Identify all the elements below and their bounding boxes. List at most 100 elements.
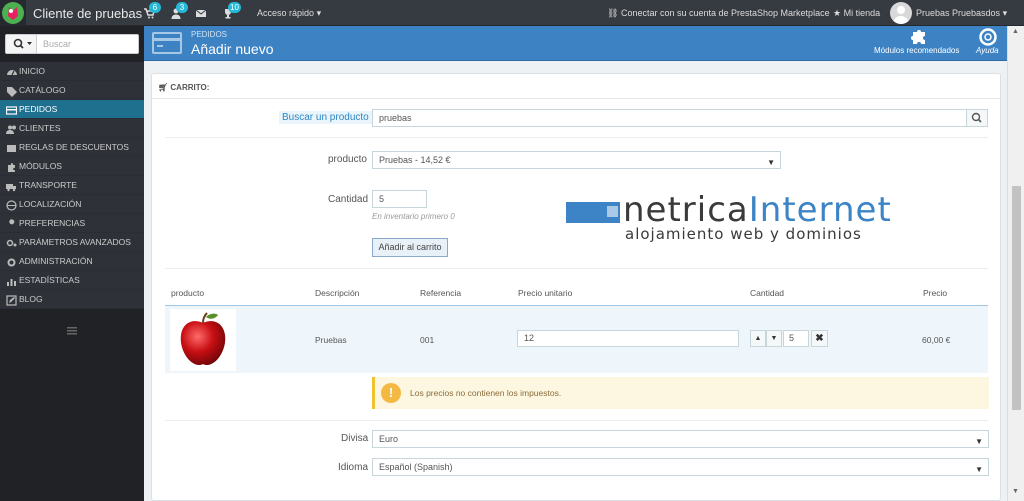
truck-icon [6,184,16,192]
sidebar-item-label: Clientes [19,123,61,133]
search-type-button[interactable] [6,35,37,53]
row-price: 60,00 € [922,335,951,345]
increase-quantity-button[interactable]: ▲ [750,330,766,347]
sidebar-item-label: Módulos [19,161,62,171]
vertical-scrollbar[interactable]: ▲ ▼ [1007,26,1024,501]
watermark-word2: Internet [748,190,892,230]
customers-notification-icon[interactable]: 3 [170,2,188,19]
sidebar-item-label: Estadísticas [19,275,80,285]
customers-badge: 3 [176,2,188,13]
sidebar-item-label: Catálogo [19,85,66,95]
tax-warning-alert: ! Los precios no contienen los impuestos… [372,377,989,409]
sidebar-item-preferencias[interactable]: Preferencias [0,214,144,233]
product-select[interactable]: Pruebas - 14,52 € ▼ [372,151,781,169]
warning-icon: ! [381,383,401,403]
my-store-link[interactable]: ★ Mi tienda [833,8,880,19]
sidebar-item-label: Reglas de descuentos [19,142,129,152]
sidebar-item-catalogo[interactable]: Catálogo [0,81,144,100]
sidebar-item-clientes[interactable]: Clientes [0,119,144,138]
orders-notification-icon[interactable]: 6 [143,2,161,19]
cart-panel-heading: 🛒︎ Carrito: [158,83,209,92]
page-header: Pedidos Añadir nuevo Módulos recomendado… [144,26,1007,61]
menu-collapse-icon[interactable] [67,326,77,335]
edit-icon [6,295,17,306]
row-description: Pruebas [315,335,347,345]
sidebar-item-blog[interactable]: Blog [0,290,144,309]
messages-envelope-icon[interactable] [195,7,209,19]
search-button[interactable] [966,109,988,127]
language-select[interactable]: Español (Spanish) ▼ [372,458,989,476]
trophy-badge: 10 [228,2,241,13]
add-to-cart-button[interactable]: Añadir al carrito [372,238,448,257]
language-value: Español (Spanish) [379,462,453,472]
watermark-wordmark: netricaInternet [623,190,892,230]
dashboard-icon [7,70,17,76]
page-title: Añadir nuevo [191,41,274,57]
product-search-input[interactable]: pruebas [372,109,967,127]
quantity-label: Cantidad [328,194,369,205]
marketplace-connect-link[interactable]: ⛓ Conectar con su cuenta de PrestaShop M… [607,8,830,19]
breadcrumb[interactable]: Pedidos [191,30,227,39]
sidebar-item-localizacion[interactable]: Localización [0,195,144,214]
caret-down-icon: ▾ [1002,8,1008,18]
scrollbar-thumb[interactable] [1012,186,1021,410]
sidebar-item-inicio[interactable]: Inicio [0,62,144,81]
trophy-notification-icon[interactable]: 10 [222,2,241,19]
user-menu[interactable]: Pruebas Pruebasdos ▾ [916,8,1007,19]
my-store-label: Mi tienda [843,8,881,18]
row-quantity-input[interactable]: 5 [783,330,809,347]
currency-select[interactable]: Euro ▼ [372,430,989,448]
sidebar-item-estadisticas[interactable]: Estadísticas [0,271,144,290]
dropdown-arrow-icon: ▼ [975,437,983,446]
search-input[interactable]: Buscar [43,39,71,49]
sidebar: Buscar Inicio Catálogo Pedidos Clientes Regl… [0,26,144,501]
lifebuoy-icon [979,28,997,46]
help-label: Ayuda [976,46,999,55]
search-product-label: Buscar un producto [279,111,372,124]
stock-hint: En inventario primero 0 [372,212,455,221]
sidebar-item-administracion[interactable]: Administración [0,252,144,271]
divider [165,137,988,138]
unit-price-input[interactable]: 12 [517,330,739,347]
cart-panel: 🛒︎ Carrito: Buscar un producto pruebas p… [151,73,1001,501]
quantity-input[interactable]: 5 [372,190,427,208]
divider [165,268,988,269]
scroll-up-arrow-icon[interactable]: ▲ [1012,28,1019,35]
sidebar-item-parametros-avanzados[interactable]: Parámetros avanzados [0,233,144,252]
avatar[interactable] [890,2,912,24]
sidebar-item-pedidos[interactable]: Pedidos [0,100,144,119]
watermark-tagline: alojamiento web y dominios [625,225,862,243]
wrench-icon [8,219,15,229]
sidebar-item-reglas-de-descuentos[interactable]: Reglas de descuentos [0,138,144,157]
currency-value: Euro [379,434,399,444]
orders-badge: 6 [149,2,161,13]
cart-icon: 🛒︎ [158,83,169,92]
col-header-description: Descripción [315,288,360,298]
cart-heading-label: Carrito: [170,83,210,92]
col-header-quantity: Cantidad [750,288,785,298]
sidebar-item-transporte[interactable]: Transporte [0,176,144,195]
remove-product-button[interactable]: ✖ [811,330,828,347]
ticket-icon [7,145,16,152]
puzzle-icon [8,163,15,172]
product-label: producto [328,154,367,165]
sidebar-item-label: Inicio [19,66,45,76]
logo-square [607,206,618,217]
shop-name-link[interactable]: Cliente de pruebas [33,6,142,21]
dropdown-arrow-icon: ▼ [767,158,775,167]
sidebar-item-label: Parámetros avanzados [19,237,131,247]
col-header-product: producto [171,288,205,298]
sidebar-item-modulos[interactable]: Módulos [0,157,144,176]
top-bar: Cliente de pruebas 6 3 10 Acceso rápido … [0,0,1024,26]
user-name: Pruebas Pruebasdos [916,8,1001,18]
search-icon [971,112,982,123]
col-header-price: Precio [923,288,948,298]
sidebar-item-label: Preferencias [19,218,86,228]
prestashop-logo-icon[interactable] [0,0,26,26]
watermark-word1: netrica [623,190,749,230]
decrease-quantity-button[interactable]: ▼ [766,330,782,347]
credit-card-icon [152,32,182,54]
sidebar-item-label: Localización [19,199,82,209]
scroll-down-arrow-icon[interactable]: ▼ [1012,488,1019,495]
quick-access-dropdown[interactable]: Acceso rápido ▾ [257,8,321,19]
